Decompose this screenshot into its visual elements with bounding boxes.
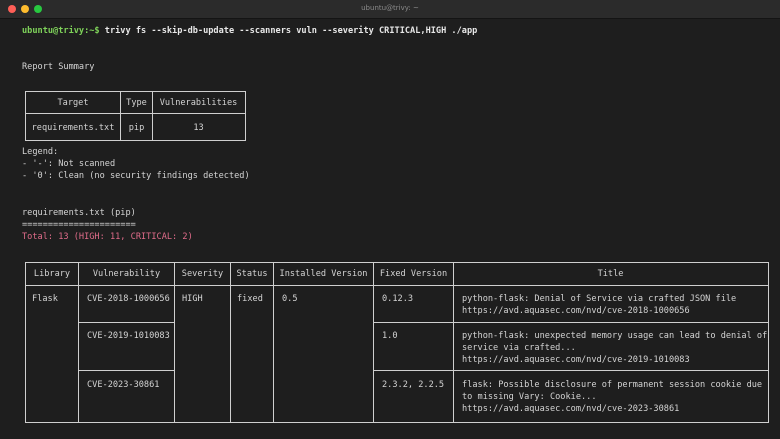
legend-item: - '0': Clean (no security findings detec…	[22, 171, 250, 181]
window-title: ubuntu@trivy: ~	[361, 4, 419, 12]
legend-item: - '-': Not scanned	[22, 159, 116, 169]
fixed-version-cell: 0.12.3	[382, 294, 414, 304]
installed-version-cell: 0.5	[282, 294, 298, 304]
row-divider	[373, 370, 768, 371]
summary-type-cell: pip	[128, 123, 145, 133]
total-summary: Total: 13 (HIGH: 11, CRITICAL: 2)	[22, 232, 193, 242]
summary-header-vulnerabilities: Vulnerabilities	[159, 98, 238, 108]
title-cell: python-flask: unexpected memory usage ca…	[462, 331, 768, 341]
summary-count-cell: 13	[193, 123, 204, 133]
summary-table-divider	[25, 113, 245, 114]
command-line: ubuntu@trivy:~$ trivy fs --skip-db-updat…	[22, 26, 477, 37]
terminal-window: ubuntu@trivy: ~ ubuntu@trivy:~$ trivy fs…	[0, 0, 780, 439]
col-divider	[273, 262, 274, 422]
summary-header-type: Type	[126, 98, 147, 108]
header-library: Library	[33, 269, 71, 279]
col-divider	[373, 262, 374, 422]
title-bar: ubuntu@trivy: ~	[0, 0, 780, 19]
section-title: requirements.txt (pip)	[22, 208, 136, 218]
status-cell: fixed	[237, 294, 263, 304]
legend-title: Legend:	[22, 147, 59, 157]
header-divider	[25, 285, 768, 286]
vulnerability-id[interactable]: CVE-2018-1000656	[87, 294, 170, 305]
header-status: Status	[236, 269, 268, 279]
col-divider	[453, 262, 454, 422]
section-underline: ======================	[22, 220, 136, 230]
header-title: Title	[597, 269, 624, 279]
title-cell: flask: Possible disclosure of permanent …	[462, 380, 763, 390]
library-cell: Flask	[32, 294, 58, 304]
header-vulnerability: Vulnerability	[92, 269, 161, 279]
summary-header-target: Target	[57, 98, 89, 108]
title-cell: python-flask: Denial of Service via craf…	[462, 294, 737, 304]
vulnerability-table	[25, 262, 769, 423]
col-divider	[78, 262, 79, 422]
col-divider	[230, 262, 231, 422]
advisory-link[interactable]: https://avd.aquasec.com/nvd/cve-2019-101…	[462, 355, 690, 366]
col-divider	[174, 262, 175, 422]
fixed-version-cell: 2.3.2, 2.2.5	[382, 380, 445, 390]
vulnerability-id[interactable]: CVE-2019-1010083	[87, 331, 170, 342]
title-cell: to missing Vary: Cookie...	[462, 392, 597, 402]
row-divider	[78, 370, 174, 371]
row-divider	[373, 322, 768, 323]
row-divider	[78, 322, 174, 323]
vulnerability-id[interactable]: CVE-2023-30861	[87, 380, 159, 391]
advisory-link[interactable]: https://avd.aquasec.com/nvd/cve-2018-100…	[462, 306, 690, 317]
header-severity: Severity	[181, 269, 224, 279]
terminal-output[interactable]: ubuntu@trivy:~$ trivy fs --skip-db-updat…	[0, 19, 780, 439]
header-installed-version: Installed Version	[279, 269, 368, 279]
summary-target-cell: requirements.txt	[31, 123, 115, 133]
report-summary-heading: Report Summary	[22, 62, 95, 72]
fixed-version-cell: 1.0	[382, 331, 398, 341]
header-fixed-version: Fixed Version	[379, 269, 448, 279]
severity-cell: HIGH	[182, 294, 203, 304]
command-text: trivy fs --skip-db-update --scanners vul…	[99, 26, 478, 36]
advisory-link[interactable]: https://avd.aquasec.com/nvd/cve-2023-308…	[462, 404, 679, 415]
shell-prompt: ubuntu@trivy:~$	[22, 26, 100, 36]
title-cell: service via crafted...	[462, 343, 576, 353]
